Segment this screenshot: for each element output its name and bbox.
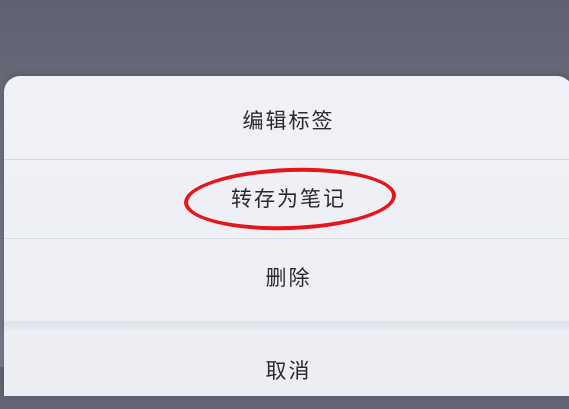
action-sheet: 编辑标签 转存为笔记 删除 取消 bbox=[4, 76, 569, 396]
edit-tags-label: 编辑标签 bbox=[242, 109, 335, 133]
edit-tags-option[interactable]: 编辑标签 bbox=[4, 81, 569, 159]
cancel-option[interactable]: 取消 bbox=[4, 331, 569, 409]
cancel-label: 取消 bbox=[265, 359, 312, 383]
section-separator bbox=[4, 321, 569, 331]
delete-option[interactable]: 删除 bbox=[4, 238, 569, 316]
delete-label: 删除 bbox=[265, 266, 312, 290]
